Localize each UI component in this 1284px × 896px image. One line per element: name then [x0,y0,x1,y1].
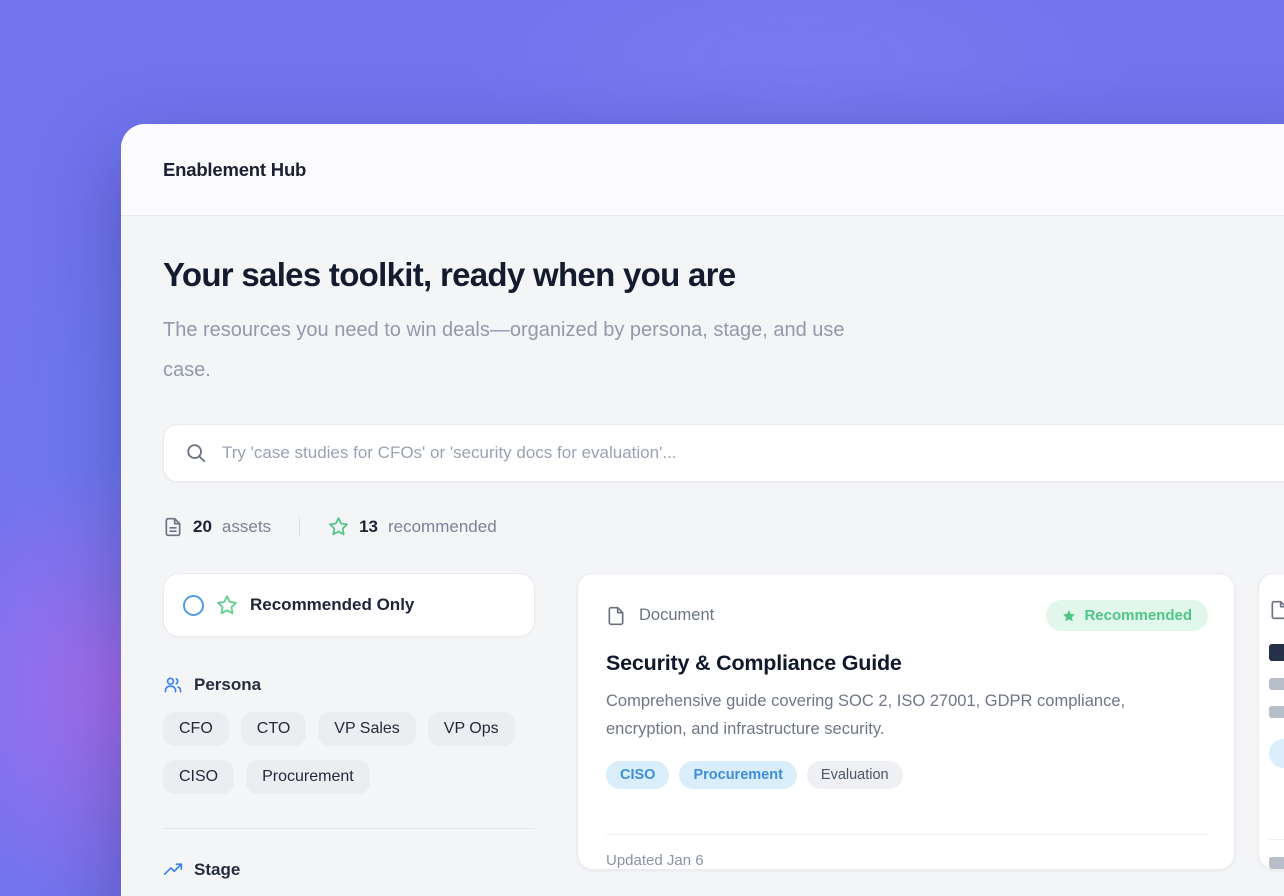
page-title: Your sales toolkit, ready when you are [163,256,1284,294]
page-subtitle: The resources you need to win deals—orga… [163,310,1284,390]
persona-chip-procurement[interactable]: Procurement [246,760,370,794]
star-filled-icon [1062,609,1076,623]
persona-chip-cto[interactable]: CTO [241,712,306,746]
card-head: Document Recommended [606,600,1208,631]
stage-section-title: Stage [194,860,240,880]
enablement-hub-panel: Enablement Hub Your sales toolkit, ready… [121,124,1284,896]
partial-card-footer-fragment [1269,857,1284,869]
asset-cards: Document Recommended Security & Complian… [577,573,1284,870]
card-type-label: Document [639,606,714,625]
persona-chip-cfo[interactable]: CFO [163,712,229,746]
star-icon [328,516,349,537]
tag-procurement: Procurement [679,761,796,789]
recommended-badge: Recommended [1046,600,1208,631]
stats-row: 20 assets 13 recommended [163,516,1284,537]
recommended-only-label: Recommended Only [250,595,414,615]
file-text-icon [163,517,183,537]
persona-chip-vp-ops[interactable]: VP Ops [428,712,515,746]
partial-card-text-fragment [1269,706,1284,718]
app-title: Enablement Hub [163,159,306,181]
tag-ciso: CISO [606,761,669,789]
persona-section-header: Persona [163,675,535,695]
file-icon [1269,600,1284,620]
page-subtitle-line: case. [163,350,1284,390]
sidebar-divider [163,828,535,829]
asset-card-security-compliance-guide[interactable]: Document Recommended Security & Complian… [577,573,1235,870]
card-type: Document [606,606,714,626]
partial-card-text-fragment [1269,678,1284,690]
stats-divider [299,517,300,537]
recommended-count: 13 [359,517,378,537]
persona-filter-section: Persona CFO CTO VP Sales VP Ops CISO Pro… [163,675,535,794]
partial-card-head [1269,600,1284,620]
card-updated: Updated Jan 6 [606,835,1208,869]
trending-up-icon [163,860,183,880]
recommended-label: recommended [388,517,497,537]
partial-card-title-fragment [1269,644,1284,661]
asset-card-partial[interactable] [1258,573,1284,870]
search-bar[interactable] [163,424,1284,482]
stage-filter-section: Stage [163,860,535,880]
content-row: Recommended Only Persona CFO CTO VP Sale… [163,573,1284,880]
assets-stat: 20 assets [163,517,271,537]
filters-sidebar: Recommended Only Persona CFO CTO VP Sale… [163,573,535,880]
partial-card-tag-fragment [1269,739,1284,768]
assets-count: 20 [193,517,212,537]
search-icon [185,442,207,464]
partial-card-footer [1269,840,1284,869]
file-icon [606,606,626,626]
star-icon [216,594,238,616]
panel-header: Enablement Hub [121,124,1284,216]
persona-section-title: Persona [194,675,261,695]
card-tags: CISO Procurement Evaluation [606,761,1208,789]
recommended-only-toggle[interactable]: Recommended Only [163,573,535,637]
tag-evaluation: Evaluation [807,761,903,789]
card-description: Comprehensive guide covering SOC 2, ISO … [606,687,1208,743]
recommended-badge-label: Recommended [1084,607,1192,624]
stage-section-header: Stage [163,860,535,880]
recommended-stat: 13 recommended [328,516,497,537]
persona-chip-ciso[interactable]: CISO [163,760,234,794]
assets-label: assets [222,517,271,537]
search-input[interactable] [222,443,1284,463]
card-title: Security & Compliance Guide [606,651,1208,676]
card-description-line: Comprehensive guide covering SOC 2, ISO … [606,687,1208,715]
panel-body: Your sales toolkit, ready when you are T… [121,216,1284,880]
users-icon [163,675,183,695]
card-description-line: encryption, and infrastructure security. [606,715,1208,743]
persona-chip-vp-sales[interactable]: VP Sales [318,712,416,746]
partial-card-type [1269,600,1284,620]
persona-chips: CFO CTO VP Sales VP Ops CISO Procurement [163,712,535,794]
radio-circle-icon[interactable] [183,595,204,616]
page-subtitle-line: The resources you need to win deals—orga… [163,310,1284,350]
